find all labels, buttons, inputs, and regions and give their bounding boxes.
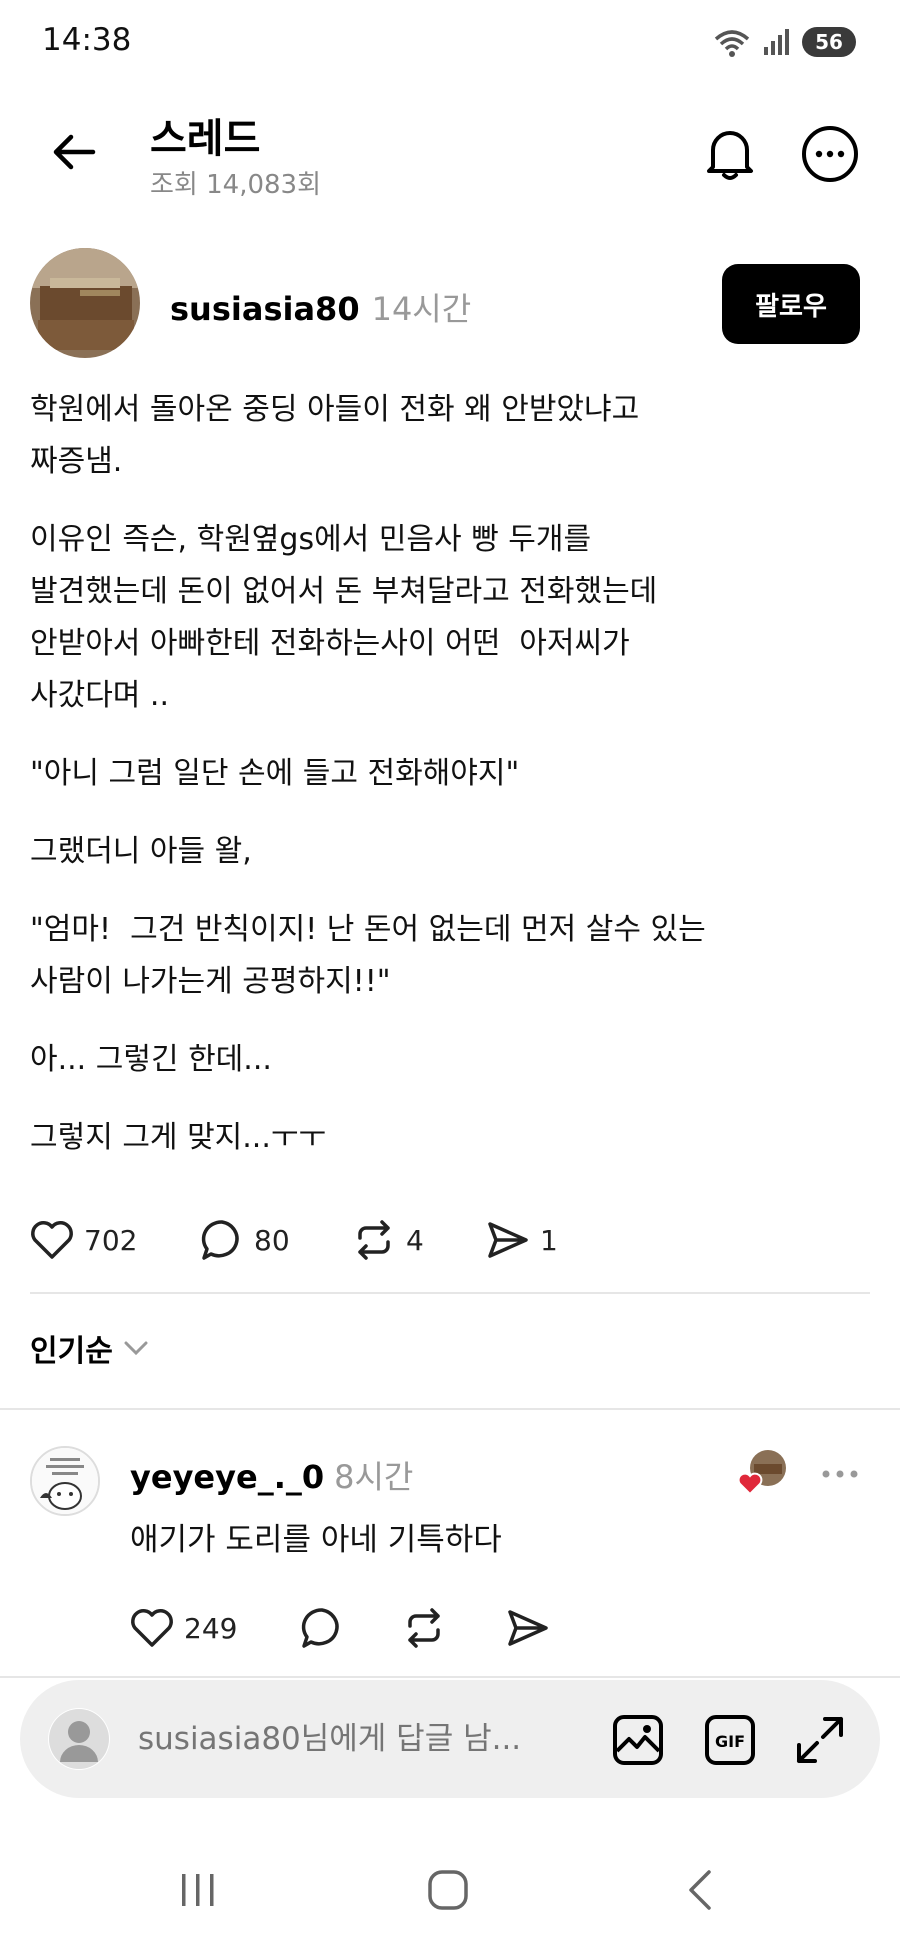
post-author[interactable]: susiasia80 14시간	[170, 284, 471, 330]
back-button[interactable]	[44, 122, 104, 182]
avatar[interactable]	[30, 248, 140, 358]
comment-item: yeyeye_._0 8시간 애기가 도리를 아네 기특하다 249	[0, 1440, 900, 1660]
comment-repost-button[interactable]	[402, 1600, 446, 1656]
status-icons: 56	[712, 22, 856, 62]
comment-like-count: 249	[184, 1611, 238, 1645]
comment-reply-button[interactable]	[300, 1600, 344, 1656]
bell-icon	[707, 131, 753, 180]
comment-like-button[interactable]: 249	[130, 1600, 237, 1656]
comment-button[interactable]: 80	[200, 1210, 290, 1270]
wifi-icon	[714, 30, 750, 57]
post-paragraph: "엄마! 그건 반칙이지! 난 돈어 없는데 먼저 살수 있는 사람이 나가는게…	[30, 912, 706, 999]
send-icon	[488, 1222, 528, 1258]
heart-icon	[131, 1609, 173, 1647]
sort-label: 인기순	[30, 1334, 113, 1369]
home-icon	[428, 1870, 468, 1910]
gif-icon: GIF	[705, 1715, 755, 1765]
share-count: 1	[540, 1223, 558, 1257]
comment-count: 80	[254, 1223, 290, 1257]
more-options-button[interactable]	[798, 122, 862, 186]
home-button[interactable]	[408, 1860, 488, 1920]
image-icon	[613, 1715, 663, 1765]
status-time: 14:38	[42, 22, 132, 58]
more-circle-icon	[802, 126, 858, 182]
comment-bubble-icon	[301, 1608, 339, 1648]
post-author-row: susiasia80 14시간 팔로우	[0, 246, 900, 362]
chevron-left-icon	[689, 1870, 711, 1910]
like-count: 702	[84, 1223, 138, 1257]
reply-input[interactable]	[138, 1712, 588, 1766]
send-icon	[508, 1610, 548, 1646]
attach-gif-button[interactable]: GIF	[700, 1710, 760, 1770]
user-placeholder-icon	[49, 1709, 109, 1769]
share-button[interactable]: 1	[486, 1210, 558, 1270]
comment-bubble-icon	[201, 1220, 239, 1260]
system-nav-bar	[0, 1840, 900, 1940]
post-paragraph: 학원에서 돌아온 중딩 아들이 전화 왜 안받았냐고 짜증냄.	[30, 392, 640, 479]
expand-reply-button[interactable]	[790, 1710, 850, 1770]
post-actions: 702 80 4 1	[30, 1210, 850, 1270]
svg-text:GIF: GIF	[715, 1732, 745, 1751]
attach-image-button[interactable]	[608, 1710, 668, 1770]
repost-button[interactable]: 4	[352, 1210, 424, 1270]
comment-avatar-image	[32, 1448, 98, 1514]
like-button[interactable]: 702	[30, 1210, 137, 1270]
repost-icon	[408, 1608, 440, 1648]
chevron-down-icon	[124, 1341, 148, 1356]
divider	[30, 1292, 870, 1294]
signal-icon	[764, 29, 789, 55]
post-paragraph: "아니 그럼 일단 손에 들고 전화해야지"	[30, 756, 520, 791]
follow-button[interactable]: 팔로우	[722, 264, 860, 344]
recent-apps-button[interactable]	[158, 1860, 238, 1920]
avatar	[48, 1708, 110, 1770]
divider	[0, 1408, 900, 1410]
comment-time: 8시간	[334, 1458, 414, 1496]
heart-icon	[31, 1221, 73, 1259]
author-avatar-image	[30, 248, 140, 358]
comment-username[interactable]: yeyeye_._0	[130, 1458, 324, 1496]
thread-header: 스레드 조회 14,083회	[0, 100, 900, 210]
sort-dropdown[interactable]: 인기순	[30, 1322, 149, 1374]
repost-icon	[358, 1220, 390, 1260]
status-bar: 14:38 56	[0, 0, 900, 84]
author-username[interactable]: susiasia80	[170, 290, 360, 328]
post-body: 학원에서 돌아온 중딩 아들이 전화 왜 안받았냐고 짜증냄. 이유인 즉슨, …	[30, 384, 850, 1190]
author-liked-badge	[736, 1448, 788, 1500]
reply-bar: GIF	[20, 1680, 880, 1798]
arrow-left-icon	[53, 134, 96, 170]
comment-share-button[interactable]	[506, 1600, 550, 1656]
author-like-avatar-icon	[737, 1450, 786, 1496]
comment-actions: 249	[130, 1600, 580, 1656]
view-count: 조회 14,083회	[150, 170, 321, 200]
divider	[0, 1676, 900, 1678]
post-paragraph: 그랬더니 아들 왈,	[30, 834, 252, 869]
comment-text: 애기가 도리를 아네 기특하다	[130, 1522, 502, 1558]
page-title: 스레드	[150, 116, 261, 162]
post-paragraph: 그렇지 그게 맞지...ㅜㅜ	[30, 1120, 327, 1155]
repost-count: 4	[406, 1223, 424, 1257]
system-back-button[interactable]	[660, 1860, 740, 1920]
more-dots-icon	[822, 1470, 858, 1478]
notifications-button[interactable]	[698, 122, 762, 186]
avatar[interactable]	[30, 1446, 100, 1516]
expand-icon	[797, 1717, 843, 1763]
battery-indicator: 56	[802, 27, 856, 57]
recent-apps-icon	[182, 1874, 214, 1906]
post-paragraph: 이유인 즉슨, 학원옆gs에서 민음사 빵 두개를 발견했는데 돈이 없어서 돈…	[30, 522, 658, 713]
comment-author[interactable]: yeyeye_._0 8시간	[130, 1452, 413, 1498]
post-time: 14시간	[371, 290, 472, 328]
post-paragraph: 아... 그렇긴 한데...	[30, 1042, 272, 1077]
comment-more-button[interactable]	[818, 1454, 862, 1494]
